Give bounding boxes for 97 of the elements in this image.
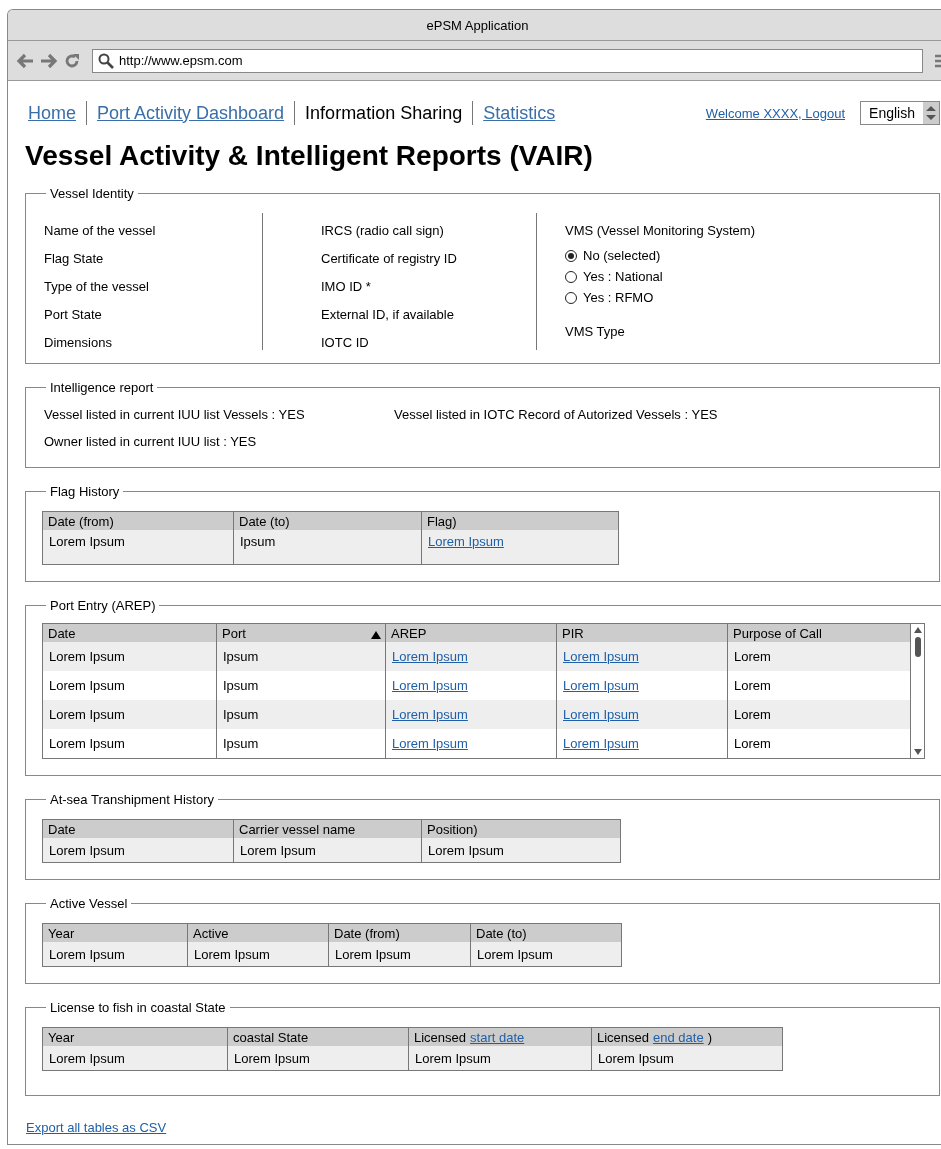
table-cell: Lorem Ipsum <box>49 842 125 858</box>
table-cell: Ipsum <box>223 736 259 751</box>
spinner-icon <box>923 102 939 124</box>
nav-tab[interactable]: Statistics <box>481 102 566 124</box>
header-label: Date <box>48 625 76 641</box>
scroll-up-icon[interactable] <box>913 627 922 633</box>
reload-icon[interactable] <box>64 52 80 69</box>
table-cell: Lorem Ipsum <box>49 534 125 549</box>
welcome-logout-link[interactable]: Welcome XXXX, Logout <box>705 105 846 121</box>
table-cell: Lorem Ipsum <box>49 649 125 664</box>
header-label: Purpose of Call <box>733 625 822 641</box>
table-cell: Lorem Ipsum <box>428 842 504 858</box>
table-cell: Ipsum <box>223 649 259 664</box>
table-cell: Lorem Ipsum <box>49 946 125 962</box>
field-label: VMS (Vessel Monitoring System) <box>565 223 755 239</box>
header-label: Year <box>48 925 75 941</box>
header-label: Active <box>193 925 229 941</box>
table-cell: Lorem Ipsum <box>477 946 553 962</box>
header-label: coastal State <box>233 1029 309 1045</box>
sort-icon[interactable] <box>371 630 381 639</box>
header-label: PIR <box>562 625 584 641</box>
table-cell: Lorem Ipsum <box>598 1050 674 1066</box>
radio-option[interactable]: Yes : National <box>565 269 755 284</box>
nav-tab[interactable]: Port Activity Dashboard <box>95 102 295 124</box>
header-label: Position) <box>427 821 478 837</box>
nav-tab[interactable]: Home <box>25 102 86 124</box>
url-text: http://www.epsm.com <box>119 53 243 68</box>
window-title: ePSM Application <box>426 17 529 33</box>
header-label: ) <box>707 1029 712 1045</box>
header-label: Port <box>222 625 246 641</box>
table-cell: Lorem <box>734 649 771 664</box>
section-title: Vessel Identity <box>49 186 135 201</box>
field-label: IMO ID * <box>321 279 372 295</box>
field-label: IRCS (radio call sign) <box>321 223 445 239</box>
radio-option[interactable]: No (selected) <box>565 248 755 263</box>
header-link[interactable]: start date <box>470 1029 525 1045</box>
scroll-down-icon[interactable] <box>913 749 922 755</box>
table-cell: Lorem Ipsum <box>240 842 316 858</box>
section-title: At-sea Transhipment History <box>49 792 215 807</box>
field-label: VMS Type <box>565 324 626 340</box>
field-label: External ID, if available <box>321 307 455 323</box>
header-label: Licensed <box>597 1029 650 1045</box>
field-label: Type of the vessel <box>44 279 150 295</box>
table-cell: Lorem <box>734 707 771 722</box>
search-icon <box>98 52 114 69</box>
back-icon[interactable] <box>16 52 34 69</box>
table-cell: Lorem Ipsum <box>234 1050 310 1066</box>
section-title: Active Vessel <box>49 896 129 911</box>
header-label: Date (to) <box>476 925 527 941</box>
nav-tab[interactable]: Information Sharing <box>303 102 473 124</box>
report-text: Vessel listed in IOTC Record of Autorized Vessels : YES <box>394 407 718 422</box>
forward-icon[interactable] <box>40 52 58 69</box>
table-cell: Lorem Ipsum <box>49 678 125 693</box>
header-label: Date (from) <box>48 513 114 529</box>
radio-option[interactable]: Yes : RFMO <box>565 290 755 305</box>
header-label: Date (from) <box>334 925 400 941</box>
scrollbar-thumb[interactable] <box>914 637 921 657</box>
field-label: Port State <box>44 307 103 323</box>
table-cell: Lorem Ipsum <box>49 707 125 722</box>
page-title: Vessel Activity & Intelligent Reports (VAIR) <box>25 140 594 172</box>
field-label: Certificate of registry ID <box>321 251 458 267</box>
header-label: Licensed <box>414 1029 467 1045</box>
table-cell: Ipsum <box>240 534 276 549</box>
report-text: Owner listed in current IUU list : YES <box>44 434 258 449</box>
header-label: Carrier vessel name <box>239 821 356 837</box>
table-link[interactable]: Lorem Ipsum <box>563 736 639 751</box>
section-title: License to fish in coastal State <box>49 1000 227 1015</box>
table-cell: Lorem Ipsum <box>194 946 270 962</box>
header-label: Flag) <box>427 513 457 529</box>
table-link[interactable]: Lorem Ipsum <box>392 736 468 751</box>
field-label: Name of the vessel <box>44 223 157 239</box>
field-label: Dimensions <box>44 335 113 351</box>
field-label: Flag State <box>44 251 105 267</box>
field-label: IOTC ID <box>321 335 370 351</box>
header-label: Year <box>48 1029 75 1045</box>
export-csv-link[interactable]: Export all tables as CSV <box>26 1120 167 1135</box>
table-cell: Lorem <box>734 736 771 751</box>
table-cell: Lorem Ipsum <box>415 1050 491 1066</box>
table-cell: Ipsum <box>223 707 259 722</box>
table-cell: Lorem Ipsum <box>49 736 125 751</box>
table-link[interactable]: Lorem Ipsum <box>428 534 504 549</box>
table-link[interactable]: Lorem Ipsum <box>392 678 468 693</box>
table-cell: Ipsum <box>223 678 259 693</box>
table-cell: Lorem <box>734 678 771 693</box>
language-select[interactable]: English <box>860 101 940 125</box>
header-label: Date <box>48 821 76 837</box>
header-label: AREP <box>391 625 427 641</box>
table-link[interactable]: Lorem Ipsum <box>563 678 639 693</box>
section-title: Intelligence report <box>49 380 155 395</box>
report-text: Vessel listed in current IUU list Vessels : YES <box>44 407 306 422</box>
table-cell: Lorem Ipsum <box>49 1050 125 1066</box>
header-link[interactable]: end date <box>653 1029 704 1045</box>
table-cell: Lorem Ipsum <box>335 946 411 962</box>
header-label: Date (to) <box>239 513 290 529</box>
section-title: Port Entry (AREP) <box>49 598 157 613</box>
section-title: Flag History <box>49 484 121 499</box>
address-field[interactable]: http://www.epsm.com <box>92 48 923 73</box>
